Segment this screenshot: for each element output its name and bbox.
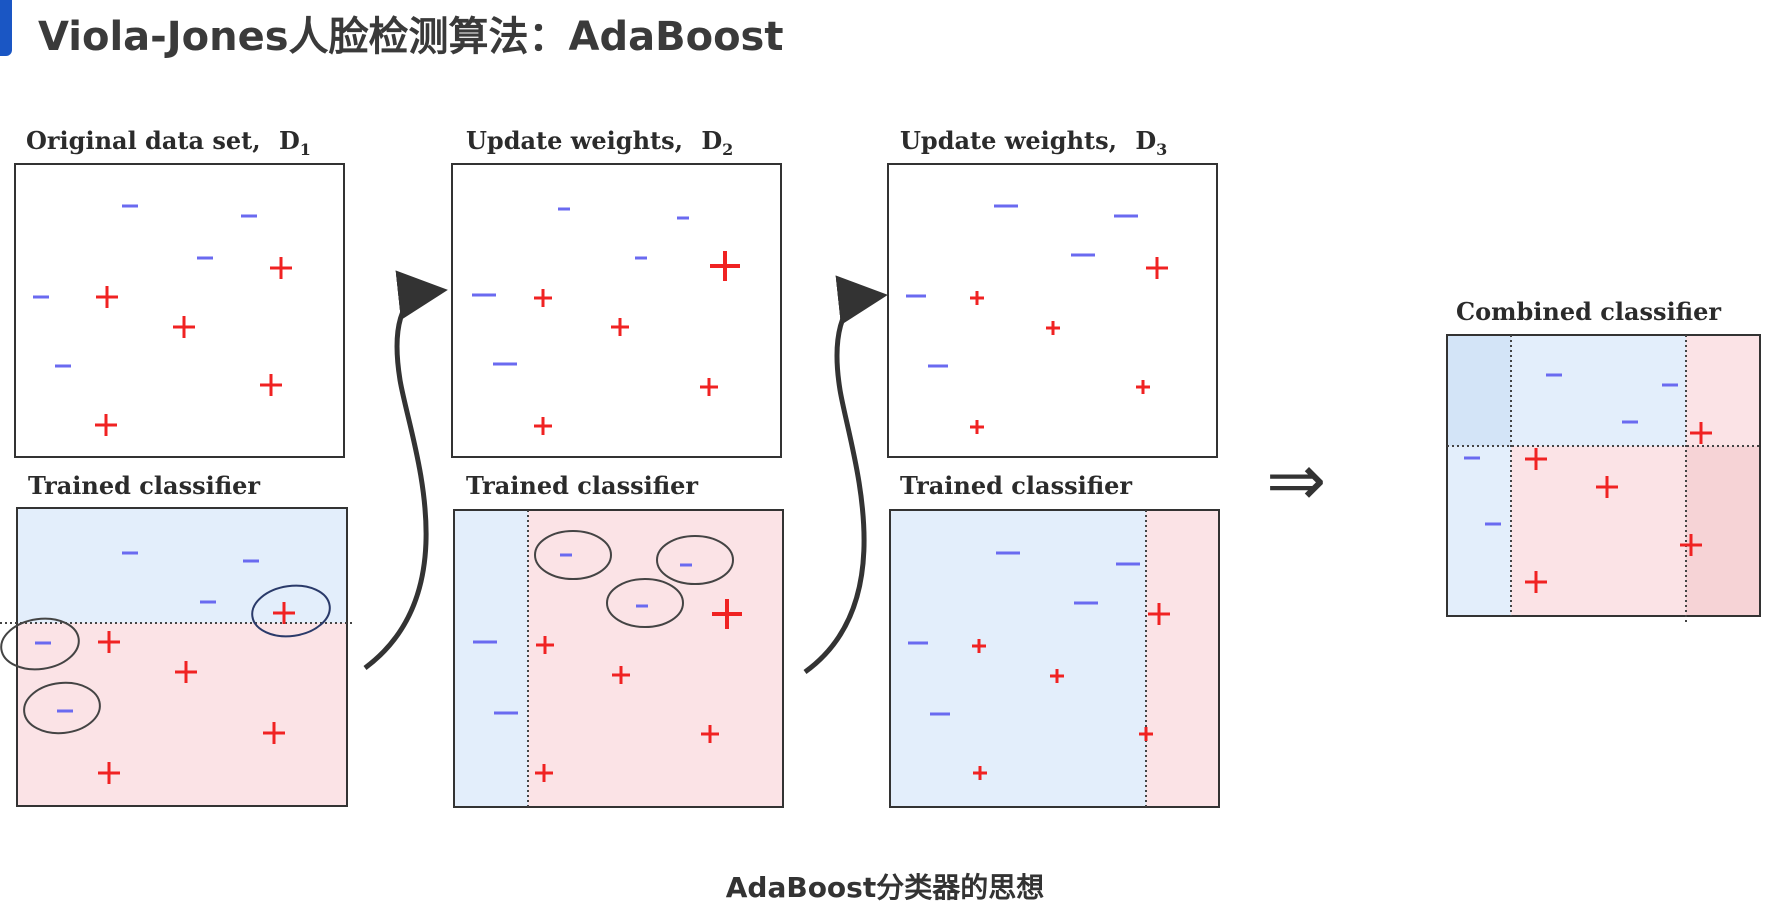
update-arrow-2 [803,275,888,675]
update-arrow-1 [363,270,448,671]
adaboost-figure: Original data set, D1 Update weights, D2… [0,126,1761,808]
d1-data-box [14,163,345,458]
implies-arrow: ⇒ [1266,438,1326,522]
combined-title: Combined classifier [1456,297,1721,326]
d2-data-box [451,163,782,458]
panel-title-d1: Original data set, D1 [26,126,311,159]
figure-caption: AdaBoost分类器的思想 [725,871,1045,904]
combined-classifier [1446,334,1761,625]
trained-classifier-1 [0,507,354,807]
trained-classifier-3 [889,509,1220,808]
trained-title-2: Trained classifier [466,471,698,500]
panel-title-d3: Update weights, D3 [900,126,1167,159]
d3-data-box [887,163,1218,458]
panel-title-d2: Update weights, D2 [466,126,733,159]
trained-title-1: Trained classifier [28,471,260,500]
trained-title-3: Trained classifier [900,471,1132,500]
trained-classifier-2 [453,509,784,808]
